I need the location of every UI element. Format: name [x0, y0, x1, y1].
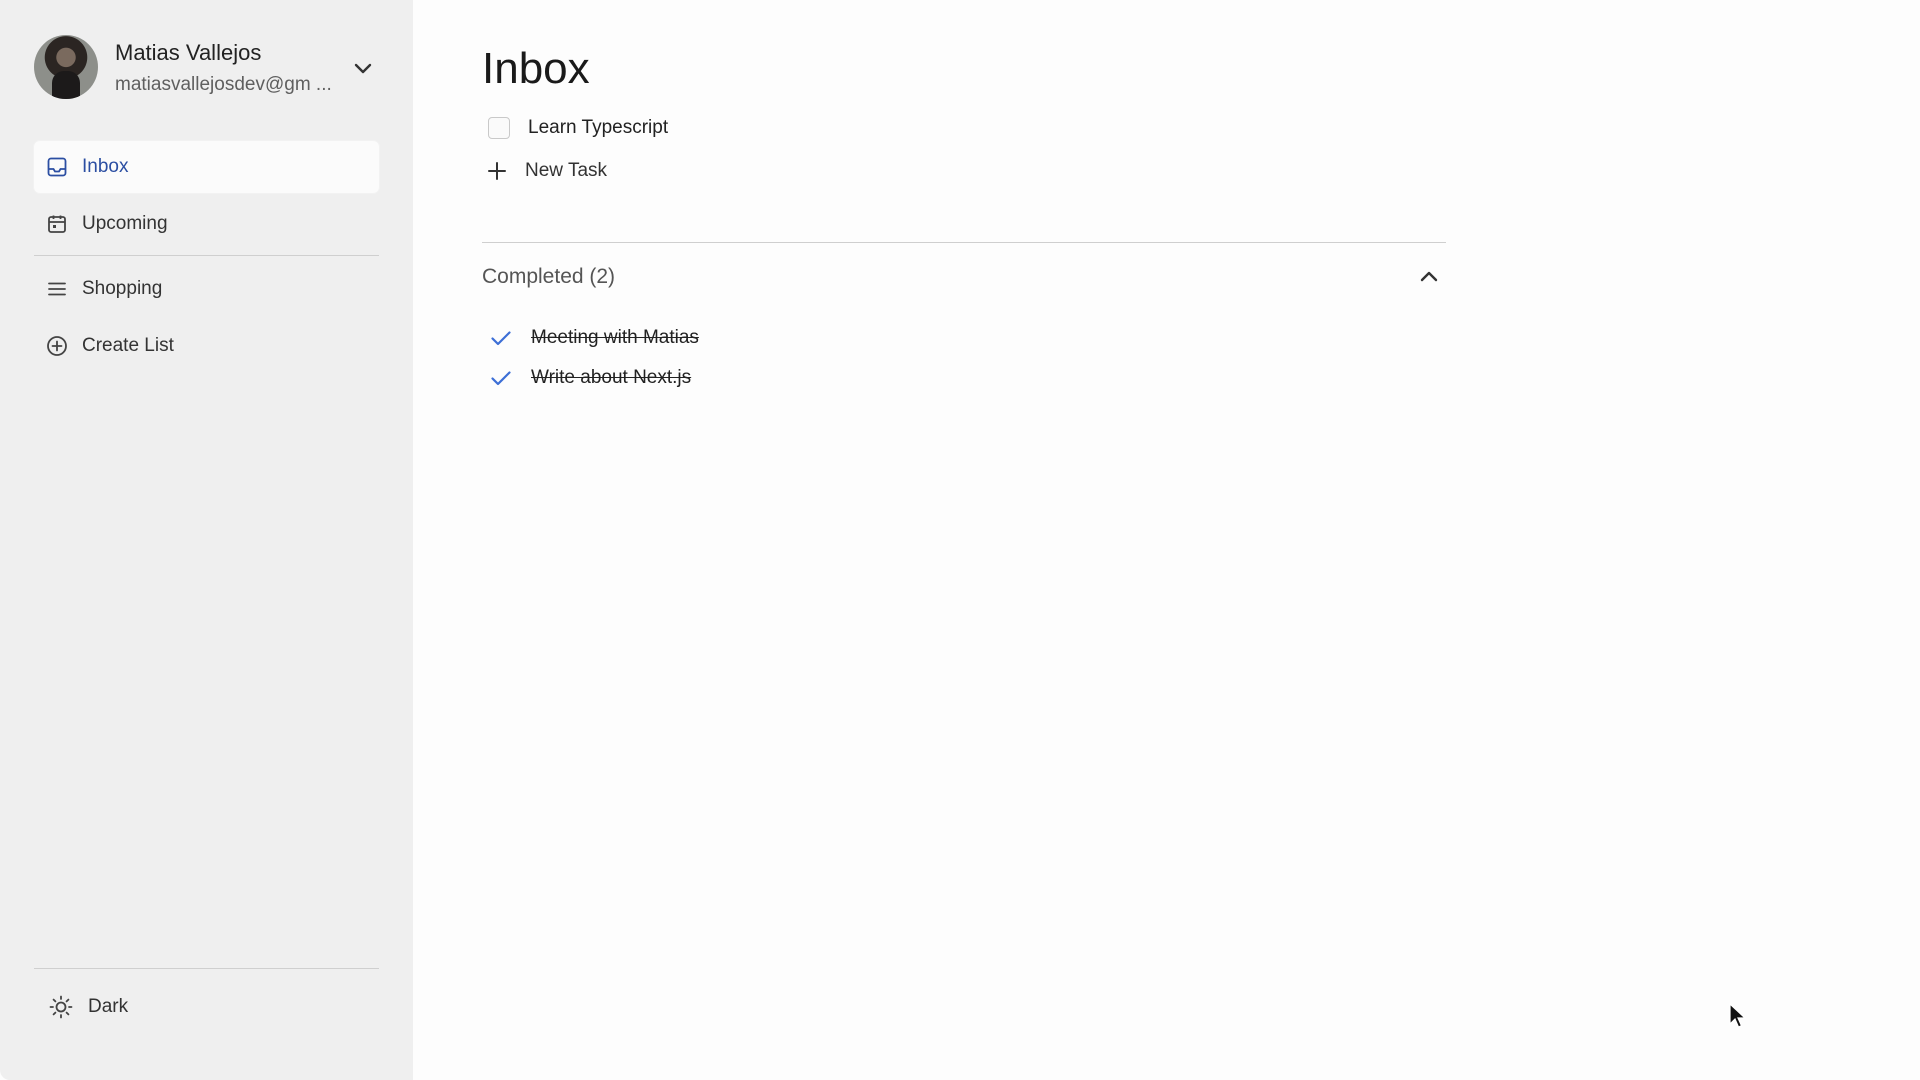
- completed-task: Write about Next.js: [489, 358, 699, 398]
- app-window: Matias Vallejos matiasvallejosdev@gm ...…: [0, 0, 1920, 1080]
- theme-toggle-label: Dark: [88, 996, 129, 1017]
- create-list-button[interactable]: Create List: [34, 320, 379, 372]
- completed-title: Completed (2): [482, 265, 616, 288]
- user-email: matiasvallejosdev@gm ...: [115, 74, 332, 95]
- completed-task-label[interactable]: Meeting with Matias: [531, 327, 699, 349]
- list-icon: [46, 278, 68, 300]
- divider: [34, 255, 379, 256]
- completed-task: Meeting with Matias: [489, 318, 699, 358]
- divider: [482, 242, 1446, 243]
- sidebar-item-upcoming[interactable]: Upcoming: [34, 198, 379, 250]
- check-icon[interactable]: [489, 326, 513, 350]
- sidebar: Matias Vallejos matiasvallejosdev@gm ...…: [0, 0, 413, 1080]
- chevron-down-icon[interactable]: [351, 56, 375, 80]
- mouse-cursor-icon: [1729, 1002, 1747, 1029]
- user-name: Matias Vallejos: [115, 40, 262, 65]
- create-list-label: Create List: [82, 335, 174, 356]
- check-icon[interactable]: [489, 366, 513, 390]
- sidebar-item-label: Shopping: [82, 278, 163, 299]
- add-circle-icon: [46, 335, 68, 357]
- sun-icon: [48, 994, 74, 1020]
- page-title: Inbox: [482, 44, 590, 93]
- new-task-button[interactable]: New Task: [485, 156, 607, 186]
- completed-section-toggle[interactable]: Completed (2): [482, 262, 1446, 292]
- sidebar-item-label: Upcoming: [82, 213, 168, 234]
- divider: [34, 968, 379, 969]
- plus-icon: [485, 159, 509, 183]
- theme-toggle-button[interactable]: Dark: [48, 990, 128, 1024]
- chevron-up-icon[interactable]: [1416, 264, 1442, 290]
- completed-task-label[interactable]: Write about Next.js: [531, 367, 691, 389]
- avatar: [34, 35, 98, 99]
- sidebar-item-shopping[interactable]: Shopping: [34, 263, 379, 315]
- inbox-icon: [46, 156, 68, 178]
- task-item: Learn Typescript: [488, 115, 668, 141]
- task-label[interactable]: Learn Typescript: [528, 117, 668, 139]
- sidebar-item-inbox[interactable]: Inbox: [34, 141, 379, 193]
- main-content: Inbox Learn Typescript New Task Complete…: [413, 0, 1920, 1080]
- new-task-label: New Task: [525, 160, 608, 181]
- task-checkbox[interactable]: [488, 117, 510, 139]
- sidebar-item-label: Inbox: [82, 156, 129, 177]
- completed-list: Meeting with Matias Write about Next.js: [489, 318, 699, 398]
- calendar-icon: [46, 213, 68, 235]
- sidebar-nav: Inbox Upcoming Shopping Create List: [34, 141, 379, 377]
- user-profile[interactable]: Matias Vallejos matiasvallejosdev@gm ...: [34, 34, 379, 100]
